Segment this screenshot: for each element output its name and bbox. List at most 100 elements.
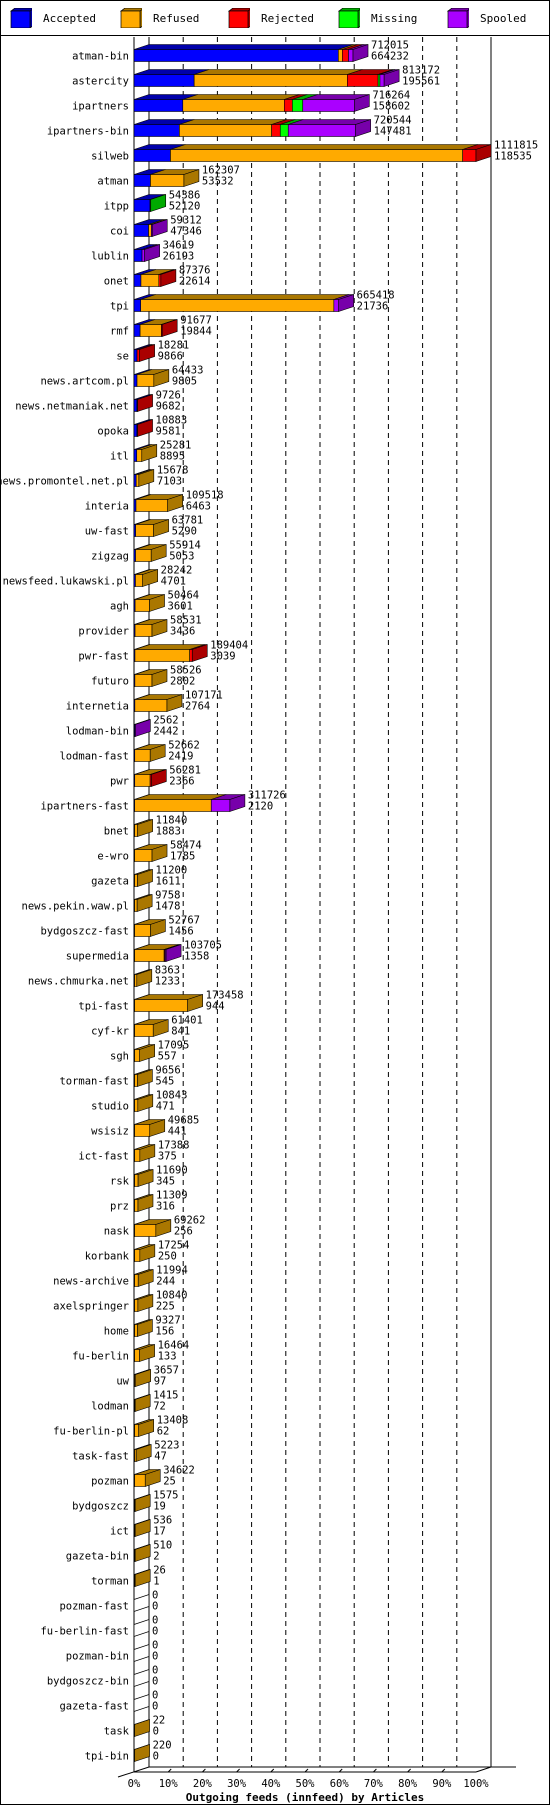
bar-side-refused: [137, 1319, 153, 1337]
bar-row-supermedia: supermedia1037051358: [66, 940, 222, 963]
category-label: bydgoszcz-fast: [40, 926, 129, 938]
bar-side-rejected: [137, 419, 153, 437]
bar-row-news-netmaniak-net: news.netmaniak.net97269682: [15, 390, 181, 413]
bar-segment-accepted: [133, 99, 184, 112]
bar-segment-refused: [134, 799, 212, 812]
x-tick-label: 40%: [261, 1778, 281, 1790]
bar-segment-top-refused: [170, 144, 478, 150]
bar-segment-refused: [148, 224, 152, 237]
bar-segment-refused: [134, 949, 165, 962]
value-label-accepted: 158602: [372, 101, 410, 113]
value-label-accepted: 147481: [374, 126, 412, 138]
bar-segment-accepted: [133, 249, 143, 262]
bar-row-studio: studio10843471: [91, 1090, 187, 1113]
bar-row-pwr: pwr562812366: [110, 765, 201, 788]
x-tick-label: 90%: [432, 1778, 452, 1790]
bar-segment-spooled: [348, 49, 354, 62]
category-label: sgh: [110, 1051, 129, 1063]
bar-segment-spooled: [379, 74, 385, 87]
bar-segment-refused: [134, 1249, 141, 1262]
bar-segment-refused: [136, 374, 155, 387]
category-label: newsfeed.lukawski.pl: [3, 576, 129, 588]
floor-edge-right: [475, 1766, 492, 1773]
bar-row-ict: ict53617: [110, 1515, 172, 1538]
bar-segment-refused: [134, 1099, 139, 1112]
category-label: futuro: [91, 676, 129, 688]
bar-segment-accepted: [133, 324, 141, 337]
bar-side-refused: [134, 1569, 151, 1587]
value-label-accepted: 316: [156, 1201, 175, 1213]
bar-segment-accepted: [133, 474, 137, 487]
value-label-accepted: 0: [152, 1676, 158, 1688]
value-label-accepted: 133: [158, 1351, 177, 1363]
bar-row-fu-berlin-fast: fu-berlin-fast00: [40, 1615, 158, 1638]
value-label-accepted: 256: [174, 1226, 193, 1238]
category-label: bydgoszcz-bin: [47, 1676, 129, 1688]
bar-row-wsisiz: wsisiz49685441: [91, 1115, 199, 1138]
bar-segment-top-refused: [140, 294, 349, 300]
value-label-accepted: 195561: [402, 76, 440, 88]
category-label: uw-fast: [85, 526, 129, 538]
value-label-accepted: 2802: [170, 676, 195, 688]
bar-side-refused: [137, 1094, 154, 1112]
bar-side-spooled: [135, 719, 151, 737]
value-label-accepted: 1: [153, 1576, 159, 1588]
category-label: e-wro: [97, 851, 129, 863]
value-label-accepted: 2: [153, 1551, 159, 1563]
bar-segment-top-refused: [134, 794, 227, 800]
category-label: interia: [85, 501, 129, 513]
value-label-accepted: 0: [153, 1726, 159, 1738]
bar-row-axelspringer: axelspringer10840225: [53, 1290, 187, 1313]
value-label-accepted: 375: [158, 1151, 177, 1163]
bar-segment-accepted: [133, 399, 138, 412]
bar-row-pwr-fast: pwr-fast1894043039: [78, 640, 248, 663]
category-label: ict: [110, 1526, 129, 1538]
x-tick-label: 10%: [159, 1778, 179, 1790]
bar-row-torman: torman261: [91, 1565, 166, 1588]
value-label-accepted: 19844: [180, 326, 212, 338]
value-label-accepted: 21736: [357, 301, 389, 313]
category-label: studio: [91, 1101, 129, 1113]
value-label-accepted: 26193: [163, 251, 195, 263]
value-label-accepted: 4701: [161, 576, 186, 588]
value-label-accepted: 1478: [155, 901, 180, 913]
category-label: lodman-bin: [66, 726, 129, 738]
bar-side-refused: [134, 1494, 151, 1512]
bar-row-coi: coi5931247346: [110, 215, 202, 238]
category-label: pozman-fast: [59, 1601, 129, 1613]
value-label-accepted: 5053: [169, 551, 194, 563]
bar-segment-refused: [139, 324, 162, 337]
bar-segment-refused: [134, 999, 188, 1012]
bar-row-pozman-fast: pozman-fast00: [59, 1590, 158, 1613]
bar-segment-refused: [134, 624, 153, 637]
category-label: ipartners: [72, 101, 129, 113]
bar-segment-top-accepted: [133, 44, 354, 50]
bar-segment-rejected: [283, 99, 293, 112]
bar-side-refused: [134, 1719, 150, 1737]
category-label: gazeta: [91, 876, 129, 888]
value-label-accepted: 25: [163, 1476, 176, 1488]
bar-row-opoka: opoka108839581: [97, 415, 187, 438]
category-label: agh: [110, 601, 129, 613]
bar-segment-refused: [134, 1474, 146, 1487]
bar-side-rejected: [137, 394, 153, 412]
bar-row-pozman-bin: pozman-bin00: [66, 1640, 159, 1663]
x-tick-label: 50%: [296, 1778, 316, 1790]
bar-row-fu-berlin-pl: fu-berlin-pl1340862: [53, 1415, 188, 1438]
bar-row-task-fast: task-fast522347: [72, 1440, 179, 1463]
bar-row-news-pekin-waw-pl: news.pekin.waw.pl97581478: [22, 890, 181, 913]
bar-segment-refused: [134, 1199, 139, 1212]
bar-segment-spooled: [141, 249, 145, 262]
category-label: news.promontel.net.pl: [0, 476, 129, 488]
bar-row-fu-berlin: fu-berlin16464133: [72, 1340, 189, 1363]
bar-segment-accepted: [133, 424, 138, 437]
bar-segment-rejected: [158, 274, 162, 287]
category-label: uw: [116, 1376, 129, 1388]
bar-row-bydgoszcz: bydgoszcz157519: [72, 1490, 178, 1513]
bar-segment-refused: [136, 449, 143, 462]
category-label: news.chmurka.net: [28, 976, 129, 988]
value-label-accepted: 664232: [371, 51, 409, 63]
bar-segment-refused: [134, 1074, 138, 1087]
value-label-accepted: 5290: [172, 526, 197, 538]
category-label: fu-berlin-pl: [53, 1426, 129, 1438]
